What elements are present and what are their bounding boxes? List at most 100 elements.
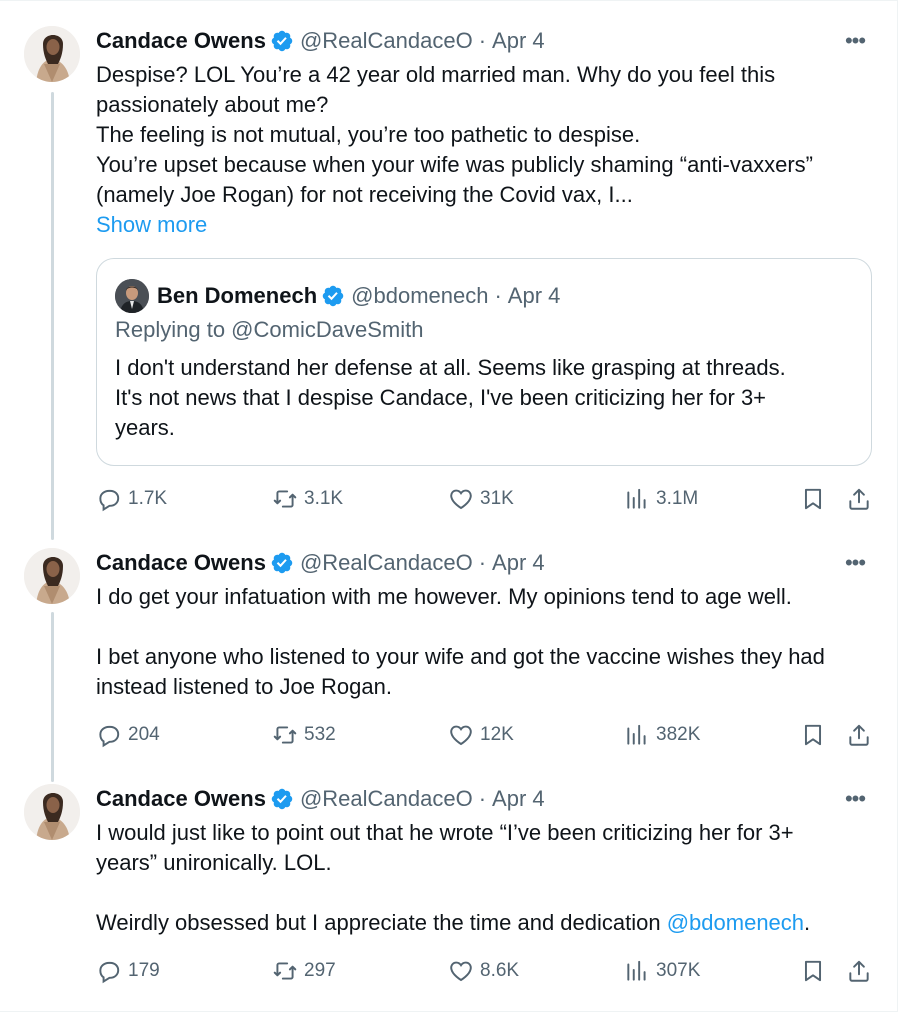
- reply-button[interactable]: 204: [96, 720, 160, 750]
- like-icon: [450, 725, 472, 746]
- author-name[interactable]: Candace Owens: [96, 786, 266, 812]
- separator-dot: ·: [494, 283, 502, 308]
- quoted-author-name: Ben Domenech: [157, 283, 318, 308]
- like-button[interactable]: 12K: [448, 720, 514, 750]
- like-button[interactable]: 31K: [448, 484, 514, 514]
- tweet[interactable]: Candace Owens @RealCandaceO · Apr 4 ••• …: [0, 548, 898, 758]
- text-line: It's not news that I despise Candace, I'…: [115, 385, 767, 410]
- more-options-icon[interactable]: •••: [840, 784, 870, 814]
- views-icon: [627, 724, 646, 745]
- author-handle[interactable]: @RealCandaceO: [300, 786, 473, 812]
- reply-button[interactable]: 179: [96, 956, 160, 986]
- more-options-icon[interactable]: •••: [840, 26, 870, 56]
- author-name[interactable]: Candace Owens: [96, 550, 266, 576]
- views-count: 382K: [656, 724, 701, 745]
- show-more-link[interactable]: Show more: [96, 210, 868, 240]
- author-handle[interactable]: @RealCandaceO: [300, 550, 473, 576]
- reply-count: 204: [128, 724, 160, 745]
- bookmark-button[interactable]: [800, 720, 826, 750]
- avatar[interactable]: [24, 26, 80, 82]
- tweet-date[interactable]: Apr 4: [492, 786, 545, 812]
- like-count: 12K: [480, 724, 514, 745]
- replying-to: Replying to @ComicDaveSmith: [115, 317, 424, 342]
- tweet-text: I do get your infatuation with me howeve…: [96, 582, 868, 702]
- tweet[interactable]: Candace Owens @RealCandaceO · Apr 4 ••• …: [0, 784, 898, 994]
- bookmark-icon: [804, 960, 822, 982]
- views-count: 307K: [656, 960, 701, 981]
- text-line: instead listened to Joe Rogan.: [96, 674, 392, 699]
- text-line: The feeling is not mutual, you’re too pa…: [96, 122, 641, 147]
- verified-badge-icon: [321, 284, 345, 308]
- views-button[interactable]: 307K: [624, 956, 700, 986]
- bookmark-button[interactable]: [800, 956, 826, 986]
- verified-badge-icon: [270, 787, 294, 811]
- tweet-date[interactable]: Apr 4: [492, 28, 545, 54]
- text-line: Weirdly obsessed but I appreciate the ti…: [96, 908, 868, 938]
- quoted-author-handle: @bdomenech: [351, 283, 489, 308]
- text-line: I don't understand her defense at all. S…: [115, 355, 786, 380]
- share-icon: [849, 960, 869, 982]
- avatar: [115, 279, 149, 313]
- tweet-actions: 1.7K 3.1K 31K 3.1M: [96, 484, 869, 514]
- separator-dot: ·: [478, 28, 487, 53]
- more-options-icon[interactable]: •••: [840, 548, 870, 578]
- like-button[interactable]: 8.6K: [448, 956, 519, 986]
- bookmark-icon: [804, 724, 822, 746]
- avatar[interactable]: [24, 784, 80, 840]
- retweet-button[interactable]: 3.1K: [272, 484, 343, 514]
- views-button[interactable]: 3.1M: [624, 484, 698, 514]
- share-button[interactable]: [846, 484, 872, 514]
- views-icon: [627, 960, 646, 981]
- text-line: I would just like to point out that he w…: [96, 820, 794, 845]
- text-line: passionately about me?: [96, 92, 329, 117]
- retweet-button[interactable]: 297: [272, 956, 336, 986]
- mention-link[interactable]: @bdomenech: [667, 910, 804, 935]
- reply-icon: [99, 725, 120, 748]
- quoted-tweet-text: I don't understand her defense at all. S…: [115, 353, 841, 443]
- quoted-tweet-header: Ben Domenech @bdomenech · Apr 4: [157, 279, 560, 313]
- verified-badge-icon: [270, 29, 294, 53]
- share-icon: [849, 488, 869, 510]
- text-segment: .: [804, 910, 811, 935]
- share-button[interactable]: [846, 720, 872, 750]
- like-icon: [450, 961, 472, 982]
- ben-avatar-image: [115, 279, 149, 313]
- reply-count: 179: [128, 960, 160, 981]
- reply-icon: [99, 489, 120, 512]
- tweet-text: I would just like to point out that he w…: [96, 818, 868, 938]
- tweet-date[interactable]: Apr 4: [492, 550, 545, 576]
- tweet-actions: 204 532 12K 382K: [96, 720, 869, 750]
- views-button[interactable]: 382K: [624, 720, 700, 750]
- tweet[interactable]: Candace Owens @RealCandaceO · Apr 4 ••• …: [0, 26, 898, 526]
- verified-badge-icon: [270, 551, 294, 575]
- text-line: Despise? LOL You’re a 42 year old marrie…: [96, 62, 776, 87]
- like-icon: [450, 489, 472, 510]
- reply-count: 1.7K: [128, 488, 168, 509]
- tweet-header: Candace Owens @RealCandaceO · Apr 4: [96, 784, 545, 814]
- bookmark-icon: [804, 488, 822, 510]
- quoted-tweet[interactable]: Ben Domenech @bdomenech · Apr 4 Replying…: [96, 258, 872, 466]
- share-button[interactable]: [846, 956, 872, 986]
- text-line: You’re upset because when your wife was …: [96, 152, 813, 177]
- reply-button[interactable]: 1.7K: [96, 484, 167, 514]
- share-icon: [849, 724, 869, 746]
- retweet-icon: [273, 726, 297, 744]
- separator-dot: ·: [478, 550, 487, 575]
- avatar[interactable]: [24, 548, 80, 604]
- text-line: I do get your infatuation with me howeve…: [96, 584, 792, 609]
- author-handle[interactable]: @RealCandaceO: [300, 28, 473, 54]
- candace-avatar-image: [24, 784, 80, 840]
- text-line: (namely Joe Rogan) for not receiving the…: [96, 182, 633, 207]
- like-count: 31K: [480, 488, 514, 509]
- retweet-button[interactable]: 532: [272, 720, 336, 750]
- tweet-actions: 179 297 8.6K 307K: [96, 956, 869, 986]
- text-segment: Weirdly obsessed but I appreciate the ti…: [96, 910, 667, 935]
- candace-avatar-image: [24, 26, 80, 82]
- text-line: years” unironically. LOL.: [96, 850, 332, 875]
- like-count: 8.6K: [480, 960, 520, 981]
- author-name[interactable]: Candace Owens: [96, 28, 266, 54]
- quoted-tweet-date: Apr 4: [507, 283, 561, 308]
- bookmark-button[interactable]: [800, 484, 826, 514]
- reply-icon: [99, 961, 120, 984]
